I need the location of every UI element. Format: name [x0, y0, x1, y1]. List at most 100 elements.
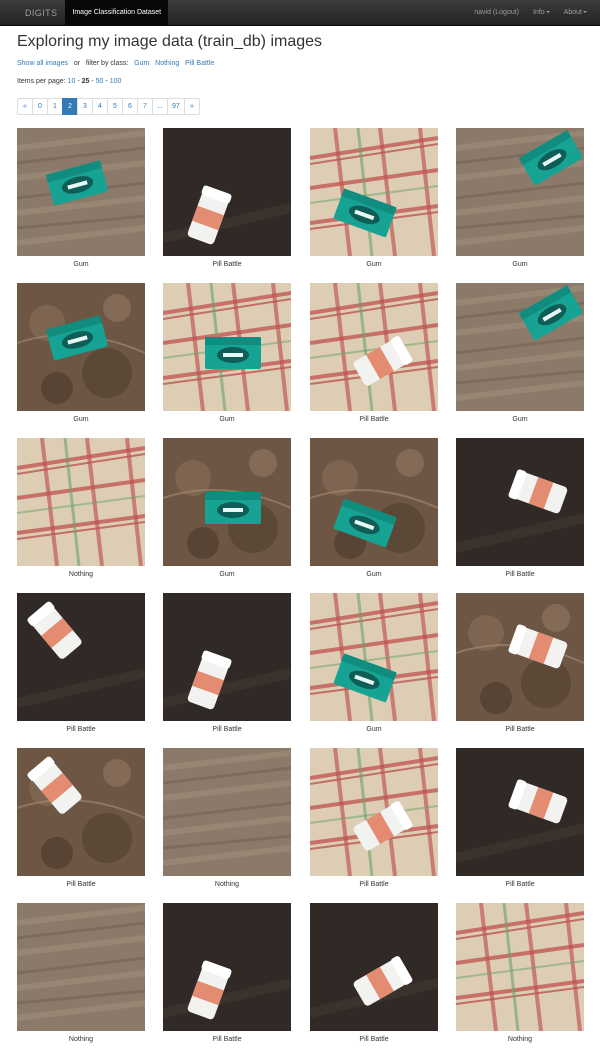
image-card[interactable]: Gum [310, 438, 438, 578]
per-page-100[interactable]: 100 [110, 78, 122, 85]
image-label: Pill Battle [505, 726, 535, 733]
image-label: Pill Battle [359, 1036, 389, 1043]
image-label: Gum [512, 416, 528, 423]
image-thumbnail[interactable] [17, 748, 145, 876]
brand-link[interactable]: DIGITS [0, 0, 65, 26]
filter-class-pill-battle[interactable]: Pill Battle [185, 60, 214, 67]
image-card[interactable]: Gum [310, 593, 438, 733]
image-label: Nothing [68, 1036, 94, 1043]
image-card[interactable]: Gum [456, 283, 584, 423]
image-thumbnail[interactable] [163, 128, 291, 256]
image-card[interactable]: Gum [310, 128, 438, 268]
image-thumbnail[interactable] [17, 283, 145, 411]
page-link-7[interactable]: 7 [137, 98, 153, 115]
image-card[interactable]: Gum [163, 438, 291, 578]
image-card[interactable]: Nothing [456, 903, 584, 1043]
image-card[interactable]: Nothing [163, 748, 291, 888]
image-label: Gum [73, 416, 89, 423]
about-menu-label: About [563, 8, 582, 16]
caret-down-icon [583, 10, 587, 13]
page-link-4[interactable]: 4 [92, 98, 108, 115]
image-card[interactable]: Pill Battle [163, 128, 291, 268]
about-menu[interactable]: About [557, 0, 594, 26]
page-link-6[interactable]: 6 [122, 98, 138, 115]
image-thumbnail[interactable] [163, 748, 291, 876]
image-card[interactable]: Pill Battle [456, 593, 584, 733]
image-card[interactable]: Pill Battle [456, 748, 584, 888]
per-page-50[interactable]: 50 [96, 78, 104, 85]
image-thumbnail[interactable] [17, 128, 145, 256]
image-card[interactable]: Pill Battle [310, 748, 438, 888]
image-thumbnail[interactable] [310, 128, 438, 256]
next-page-button[interactable]: » [183, 98, 200, 115]
image-thumbnail[interactable] [456, 593, 584, 721]
image-label: Gum [366, 726, 382, 733]
or-text: or [73, 60, 81, 67]
page-link-5[interactable]: 5 [107, 98, 123, 115]
image-thumbnail[interactable] [310, 748, 438, 876]
prev-page-button[interactable]: « [17, 98, 33, 115]
page-link-3[interactable]: 3 [77, 98, 93, 115]
image-card[interactable]: Gum [163, 283, 291, 423]
image-label: Nothing [507, 1036, 533, 1043]
image-thumbnail[interactable] [163, 593, 291, 721]
image-thumbnail[interactable] [17, 593, 145, 721]
image-thumbnail[interactable] [456, 128, 584, 256]
image-thumbnail[interactable] [163, 283, 291, 411]
image-label: Gum [219, 416, 235, 423]
image-label: Pill Battle [505, 571, 535, 578]
image-card[interactable]: Gum [17, 128, 145, 268]
image-label: Gum [73, 261, 89, 268]
image-thumbnail[interactable] [456, 438, 584, 566]
image-label: Pill Battle [212, 726, 242, 733]
image-label: Gum [366, 261, 382, 268]
image-thumbnail[interactable] [456, 748, 584, 876]
image-card[interactable]: Pill Battle [17, 593, 145, 733]
items-per-page-label: Items per page: [17, 78, 66, 85]
image-label: Gum [512, 261, 528, 268]
page-ellipsis: ... [152, 98, 168, 115]
image-thumbnail[interactable] [163, 903, 291, 1031]
page-link-1[interactable]: 1 [47, 98, 63, 115]
per-page-10[interactable]: 10 [68, 78, 76, 85]
page-link-97[interactable]: 97 [167, 98, 185, 115]
image-thumbnail[interactable] [456, 283, 584, 411]
filter-line: Show all images or filter by class: Gum … [17, 60, 214, 67]
image-thumbnail[interactable] [310, 593, 438, 721]
image-thumbnail[interactable] [310, 438, 438, 566]
pagination: «0 1 2 3 4 5 6 7... 97» [17, 98, 200, 115]
items-per-page: Items per page: 10 - 25 - 50 - 100 [17, 78, 122, 85]
user-logout-link[interactable]: navid (Logout) [467, 0, 526, 26]
image-label: Pill Battle [359, 881, 389, 888]
image-card[interactable]: Nothing [17, 438, 145, 578]
image-thumbnail[interactable] [17, 438, 145, 566]
filter-class-nothing[interactable]: Nothing [155, 60, 179, 67]
image-thumbnail[interactable] [456, 903, 584, 1031]
image-card[interactable]: Pill Battle [456, 438, 584, 578]
image-thumbnail[interactable] [163, 438, 291, 566]
image-thumbnail[interactable] [310, 903, 438, 1031]
image-card[interactable]: Pill Battle [310, 283, 438, 423]
image-label: Pill Battle [359, 416, 389, 423]
image-card[interactable]: Gum [456, 128, 584, 268]
image-card[interactable]: Pill Battle [163, 903, 291, 1043]
page-title: Exploring my image data (train_db) image… [17, 33, 323, 50]
nav-tab-dataset[interactable]: Image Classification Dataset [65, 0, 169, 26]
filter-class-gum[interactable]: Gum [134, 60, 149, 67]
image-card[interactable]: Pill Battle [163, 593, 291, 733]
image-card[interactable]: Gum [17, 283, 145, 423]
page-link-2[interactable]: 2 [62, 98, 78, 115]
page-link-0[interactable]: 0 [32, 98, 48, 115]
image-label: Nothing [214, 881, 240, 888]
image-thumbnail[interactable] [17, 903, 145, 1031]
show-all-images-link[interactable]: Show all images [17, 60, 68, 67]
image-label: Gum [219, 571, 235, 578]
image-label: Pill Battle [66, 726, 96, 733]
image-card[interactable]: Nothing [17, 903, 145, 1043]
image-label: Pill Battle [505, 881, 535, 888]
image-card[interactable]: Pill Battle [17, 748, 145, 888]
image-thumbnail[interactable] [310, 283, 438, 411]
image-card[interactable]: Pill Battle [310, 903, 438, 1043]
info-menu-label: Info [533, 8, 545, 16]
info-menu[interactable]: Info [526, 0, 557, 26]
